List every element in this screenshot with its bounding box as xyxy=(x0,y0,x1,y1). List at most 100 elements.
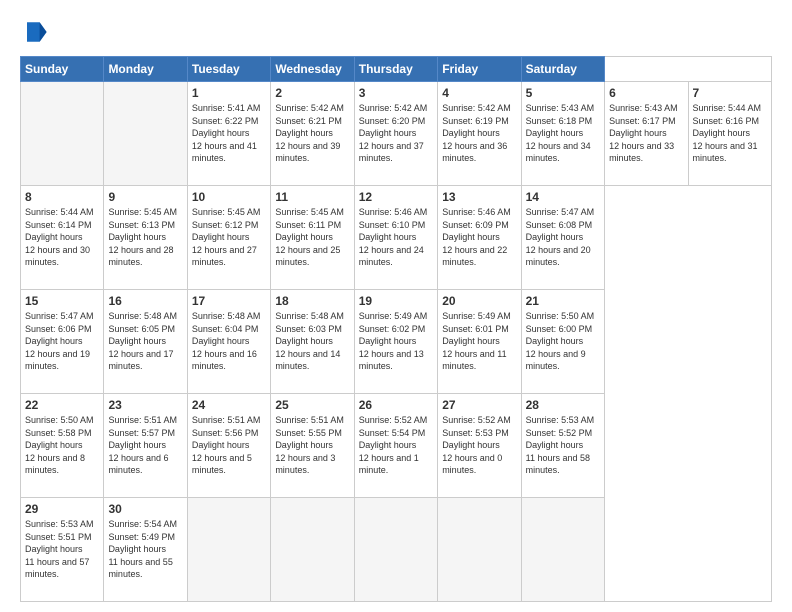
day-info: Sunrise: 5:50 AMSunset: 6:00 PMDaylight … xyxy=(526,310,600,373)
day-number: 26 xyxy=(359,398,433,412)
day-info: Sunrise: 5:45 AMSunset: 6:13 PMDaylight … xyxy=(108,206,182,269)
calendar-cell: 25 Sunrise: 5:51 AMSunset: 5:55 PMDaylig… xyxy=(271,394,354,498)
day-number: 24 xyxy=(192,398,266,412)
calendar-cell: 3 Sunrise: 5:42 AMSunset: 6:20 PMDayligh… xyxy=(354,82,437,186)
day-number: 20 xyxy=(442,294,516,308)
calendar-cell: 28 Sunrise: 5:53 AMSunset: 5:52 PMDaylig… xyxy=(521,394,604,498)
calendar-cell: 20 Sunrise: 5:49 AMSunset: 6:01 PMDaylig… xyxy=(438,290,521,394)
day-number: 13 xyxy=(442,190,516,204)
calendar-week-5: 29 Sunrise: 5:53 AMSunset: 5:51 PMDaylig… xyxy=(21,498,772,602)
day-info: Sunrise: 5:43 AMSunset: 6:17 PMDaylight … xyxy=(609,102,683,165)
calendar-cell: 15 Sunrise: 5:47 AMSunset: 6:06 PMDaylig… xyxy=(21,290,104,394)
day-number: 14 xyxy=(526,190,600,204)
calendar-cell: 2 Sunrise: 5:42 AMSunset: 6:21 PMDayligh… xyxy=(271,82,354,186)
day-info: Sunrise: 5:46 AMSunset: 6:10 PMDaylight … xyxy=(359,206,433,269)
day-number: 27 xyxy=(442,398,516,412)
day-number: 3 xyxy=(359,86,433,100)
calendar-header-row: SundayMondayTuesdayWednesdayThursdayFrid… xyxy=(21,57,772,82)
day-info: Sunrise: 5:47 AMSunset: 6:08 PMDaylight … xyxy=(526,206,600,269)
calendar-table: SundayMondayTuesdayWednesdayThursdayFrid… xyxy=(20,56,772,602)
calendar-cell: 18 Sunrise: 5:48 AMSunset: 6:03 PMDaylig… xyxy=(271,290,354,394)
day-info: Sunrise: 5:43 AMSunset: 6:18 PMDaylight … xyxy=(526,102,600,165)
day-info: Sunrise: 5:50 AMSunset: 5:58 PMDaylight … xyxy=(25,414,99,477)
logo xyxy=(20,18,52,46)
day-number: 30 xyxy=(108,502,182,516)
calendar-cell: 21 Sunrise: 5:50 AMSunset: 6:00 PMDaylig… xyxy=(521,290,604,394)
day-number: 25 xyxy=(275,398,349,412)
calendar-cell: 30 Sunrise: 5:54 AMSunset: 5:49 PMDaylig… xyxy=(104,498,187,602)
day-number: 1 xyxy=(192,86,266,100)
day-info: Sunrise: 5:46 AMSunset: 6:09 PMDaylight … xyxy=(442,206,516,269)
day-number: 29 xyxy=(25,502,99,516)
day-info: Sunrise: 5:48 AMSunset: 6:04 PMDaylight … xyxy=(192,310,266,373)
day-number: 23 xyxy=(108,398,182,412)
calendar-cell xyxy=(521,498,604,602)
day-info: Sunrise: 5:51 AMSunset: 5:56 PMDaylight … xyxy=(192,414,266,477)
calendar-cell: 11 Sunrise: 5:45 AMSunset: 6:11 PMDaylig… xyxy=(271,186,354,290)
calendar-cell: 22 Sunrise: 5:50 AMSunset: 5:58 PMDaylig… xyxy=(21,394,104,498)
calendar-cell xyxy=(271,498,354,602)
day-info: Sunrise: 5:49 AMSunset: 6:01 PMDaylight … xyxy=(442,310,516,373)
calendar-week-2: 8 Sunrise: 5:44 AMSunset: 6:14 PMDayligh… xyxy=(21,186,772,290)
day-info: Sunrise: 5:42 AMSunset: 6:20 PMDaylight … xyxy=(359,102,433,165)
calendar-cell: 8 Sunrise: 5:44 AMSunset: 6:14 PMDayligh… xyxy=(21,186,104,290)
day-info: Sunrise: 5:48 AMSunset: 6:05 PMDaylight … xyxy=(108,310,182,373)
day-number: 19 xyxy=(359,294,433,308)
calendar-cell: 24 Sunrise: 5:51 AMSunset: 5:56 PMDaylig… xyxy=(187,394,270,498)
day-info: Sunrise: 5:45 AMSunset: 6:12 PMDaylight … xyxy=(192,206,266,269)
calendar-cell: 27 Sunrise: 5:52 AMSunset: 5:53 PMDaylig… xyxy=(438,394,521,498)
calendar-cell xyxy=(187,498,270,602)
calendar-cell: 7 Sunrise: 5:44 AMSunset: 6:16 PMDayligh… xyxy=(688,82,772,186)
logo-icon xyxy=(20,18,48,46)
weekday-header-thursday: Thursday xyxy=(354,57,437,82)
calendar-cell xyxy=(104,82,187,186)
header xyxy=(20,18,772,46)
weekday-header-monday: Monday xyxy=(104,57,187,82)
calendar-cell: 23 Sunrise: 5:51 AMSunset: 5:57 PMDaylig… xyxy=(104,394,187,498)
calendar-cell: 12 Sunrise: 5:46 AMSunset: 6:10 PMDaylig… xyxy=(354,186,437,290)
calendar-cell: 4 Sunrise: 5:42 AMSunset: 6:19 PMDayligh… xyxy=(438,82,521,186)
page: SundayMondayTuesdayWednesdayThursdayFrid… xyxy=(0,0,792,612)
calendar-cell xyxy=(21,82,104,186)
calendar-cell xyxy=(438,498,521,602)
day-number: 17 xyxy=(192,294,266,308)
weekday-header-sunday: Sunday xyxy=(21,57,104,82)
day-info: Sunrise: 5:44 AMSunset: 6:14 PMDaylight … xyxy=(25,206,99,269)
day-info: Sunrise: 5:42 AMSunset: 6:19 PMDaylight … xyxy=(442,102,516,165)
calendar-week-4: 22 Sunrise: 5:50 AMSunset: 5:58 PMDaylig… xyxy=(21,394,772,498)
day-number: 9 xyxy=(108,190,182,204)
day-number: 8 xyxy=(25,190,99,204)
weekday-header-wednesday: Wednesday xyxy=(271,57,354,82)
calendar-cell xyxy=(354,498,437,602)
calendar-week-1: 1 Sunrise: 5:41 AMSunset: 6:22 PMDayligh… xyxy=(21,82,772,186)
day-info: Sunrise: 5:49 AMSunset: 6:02 PMDaylight … xyxy=(359,310,433,373)
day-number: 12 xyxy=(359,190,433,204)
calendar-cell: 29 Sunrise: 5:53 AMSunset: 5:51 PMDaylig… xyxy=(21,498,104,602)
day-info: Sunrise: 5:53 AMSunset: 5:52 PMDaylight … xyxy=(526,414,600,477)
calendar-cell: 17 Sunrise: 5:48 AMSunset: 6:04 PMDaylig… xyxy=(187,290,270,394)
day-info: Sunrise: 5:44 AMSunset: 6:16 PMDaylight … xyxy=(693,102,768,165)
day-info: Sunrise: 5:45 AMSunset: 6:11 PMDaylight … xyxy=(275,206,349,269)
day-info: Sunrise: 5:51 AMSunset: 5:55 PMDaylight … xyxy=(275,414,349,477)
day-info: Sunrise: 5:48 AMSunset: 6:03 PMDaylight … xyxy=(275,310,349,373)
calendar-cell: 5 Sunrise: 5:43 AMSunset: 6:18 PMDayligh… xyxy=(521,82,604,186)
day-number: 16 xyxy=(108,294,182,308)
weekday-header-saturday: Saturday xyxy=(521,57,604,82)
day-number: 6 xyxy=(609,86,683,100)
calendar-cell: 16 Sunrise: 5:48 AMSunset: 6:05 PMDaylig… xyxy=(104,290,187,394)
day-info: Sunrise: 5:47 AMSunset: 6:06 PMDaylight … xyxy=(25,310,99,373)
calendar-cell: 6 Sunrise: 5:43 AMSunset: 6:17 PMDayligh… xyxy=(605,82,688,186)
day-info: Sunrise: 5:42 AMSunset: 6:21 PMDaylight … xyxy=(275,102,349,165)
calendar-cell: 13 Sunrise: 5:46 AMSunset: 6:09 PMDaylig… xyxy=(438,186,521,290)
weekday-header-tuesday: Tuesday xyxy=(187,57,270,82)
day-number: 15 xyxy=(25,294,99,308)
day-info: Sunrise: 5:53 AMSunset: 5:51 PMDaylight … xyxy=(25,518,99,581)
day-number: 2 xyxy=(275,86,349,100)
calendar-cell: 10 Sunrise: 5:45 AMSunset: 6:12 PMDaylig… xyxy=(187,186,270,290)
day-number: 18 xyxy=(275,294,349,308)
day-info: Sunrise: 5:52 AMSunset: 5:54 PMDaylight … xyxy=(359,414,433,477)
calendar-cell: 19 Sunrise: 5:49 AMSunset: 6:02 PMDaylig… xyxy=(354,290,437,394)
calendar-week-3: 15 Sunrise: 5:47 AMSunset: 6:06 PMDaylig… xyxy=(21,290,772,394)
day-number: 28 xyxy=(526,398,600,412)
day-info: Sunrise: 5:41 AMSunset: 6:22 PMDaylight … xyxy=(192,102,266,165)
